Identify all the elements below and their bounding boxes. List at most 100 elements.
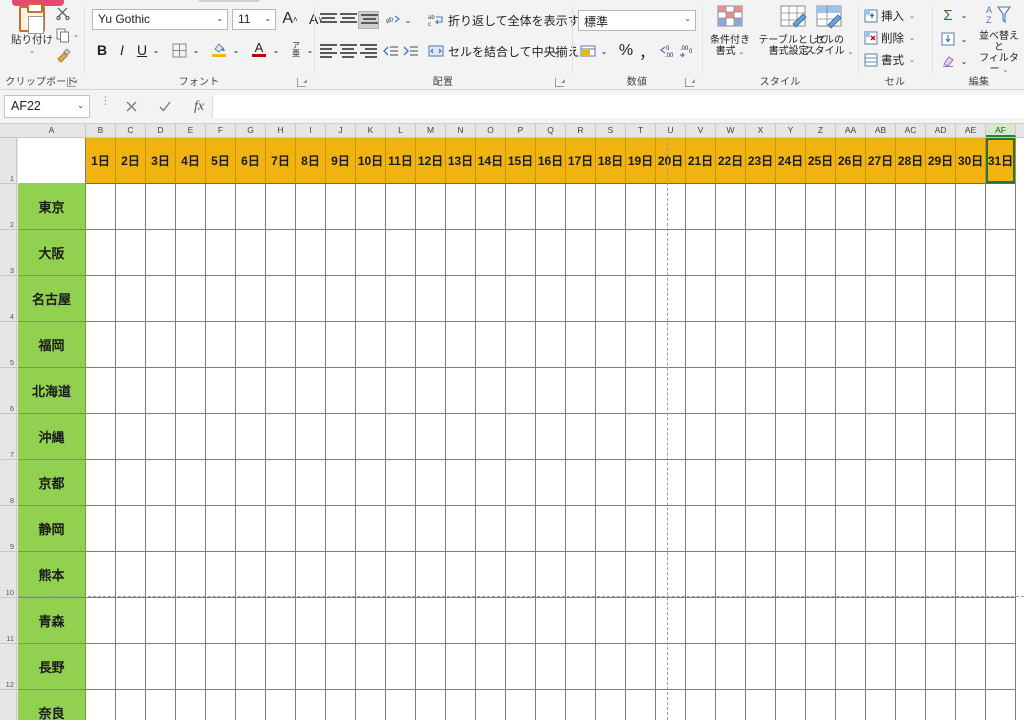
data-cell[interactable] (146, 276, 176, 322)
data-cell[interactable] (686, 460, 716, 506)
data-cell[interactable] (926, 690, 956, 720)
data-cell[interactable] (296, 460, 326, 506)
data-cell[interactable] (596, 230, 626, 276)
chevron-down-icon[interactable]: ⌄ (264, 14, 271, 23)
chevron-down-icon[interactable]: ⌄ (6, 47, 58, 55)
data-cell[interactable] (476, 276, 506, 322)
data-cell[interactable] (176, 460, 206, 506)
data-cell[interactable] (656, 230, 686, 276)
date-header-cell[interactable]: 22日 (716, 138, 746, 184)
data-cell[interactable] (536, 690, 566, 720)
data-cell[interactable] (386, 414, 416, 460)
data-cell[interactable] (926, 368, 956, 414)
column-header-AE[interactable]: AE (956, 124, 986, 137)
data-cell[interactable] (986, 644, 1016, 690)
data-cell[interactable] (176, 230, 206, 276)
data-cell[interactable] (626, 506, 656, 552)
data-cell[interactable] (416, 460, 446, 506)
data-cell[interactable] (956, 276, 986, 322)
data-cell[interactable] (896, 414, 926, 460)
data-cell[interactable] (656, 184, 686, 230)
data-cell[interactable] (116, 368, 146, 414)
data-cell[interactable] (506, 506, 536, 552)
column-header-AC[interactable]: AC (896, 124, 926, 137)
date-header-cell[interactable]: 18日 (596, 138, 626, 184)
cell-empty[interactable] (1016, 322, 1024, 368)
data-cell[interactable] (716, 230, 746, 276)
italic-button[interactable]: I (112, 40, 132, 60)
data-cell[interactable] (446, 506, 476, 552)
data-cell[interactable] (596, 276, 626, 322)
data-cell[interactable] (746, 460, 776, 506)
data-cell[interactable] (326, 230, 356, 276)
data-cell[interactable] (86, 230, 116, 276)
data-cell[interactable] (386, 368, 416, 414)
cell-empty[interactable] (1016, 506, 1024, 552)
date-header-cell[interactable]: 29日 (926, 138, 956, 184)
data-cell[interactable] (566, 598, 596, 644)
chevron-down-icon[interactable]: ⌄ (216, 14, 223, 23)
data-cell[interactable] (236, 598, 266, 644)
data-cell[interactable] (266, 322, 296, 368)
data-cell[interactable] (356, 322, 386, 368)
data-cell[interactable] (206, 368, 236, 414)
data-cell[interactable] (626, 184, 656, 230)
data-cell[interactable] (956, 644, 986, 690)
data-cell[interactable] (476, 414, 506, 460)
data-cell[interactable] (836, 230, 866, 276)
data-cell[interactable] (716, 276, 746, 322)
column-header-T[interactable]: T (626, 124, 656, 137)
city-label-cell[interactable]: 長野 (18, 644, 86, 690)
format-painter-button[interactable] (56, 46, 76, 64)
font-color-button[interactable]: A (248, 38, 270, 60)
date-header-cell[interactable]: 24日 (776, 138, 806, 184)
data-cell[interactable] (356, 506, 386, 552)
data-cell[interactable] (596, 414, 626, 460)
data-cell[interactable] (266, 506, 296, 552)
data-cell[interactable] (356, 552, 386, 598)
data-cell[interactable] (356, 414, 386, 460)
decrease-indent-button[interactable] (382, 43, 400, 59)
data-cell[interactable] (266, 460, 296, 506)
city-label-cell[interactable]: 福岡 (18, 322, 86, 368)
data-cell[interactable] (446, 368, 476, 414)
data-cell[interactable] (416, 506, 446, 552)
cell-empty[interactable] (1016, 690, 1024, 720)
row-header-12[interactable]: 12 (0, 644, 17, 690)
font-color-dropdown[interactable]: ⌄ (270, 42, 282, 58)
data-cell[interactable] (926, 230, 956, 276)
data-cell[interactable] (956, 552, 986, 598)
data-cell[interactable] (236, 184, 266, 230)
city-label-cell[interactable]: 青森 (18, 598, 86, 644)
align-bottom-button[interactable] (358, 11, 379, 29)
column-header-AA[interactable]: AA (836, 124, 866, 137)
insert-function-button[interactable]: fx (186, 96, 212, 117)
data-cell[interactable] (116, 552, 146, 598)
chevron-down-icon[interactable]: ⌄ (909, 34, 915, 42)
data-cell[interactable] (416, 184, 446, 230)
data-cell[interactable] (716, 644, 746, 690)
data-cell[interactable] (806, 184, 836, 230)
data-cell[interactable] (506, 644, 536, 690)
data-cell[interactable] (86, 690, 116, 720)
data-cell[interactable] (596, 644, 626, 690)
data-cell[interactable] (86, 368, 116, 414)
data-cell[interactable] (236, 230, 266, 276)
data-cell[interactable] (926, 506, 956, 552)
date-header-cell[interactable]: 26日 (836, 138, 866, 184)
row-header-9[interactable]: 9 (0, 506, 17, 552)
cell-empty[interactable] (1016, 598, 1024, 644)
data-cell[interactable] (506, 552, 536, 598)
data-cell[interactable] (206, 414, 236, 460)
cut-button[interactable] (56, 4, 74, 22)
data-cell[interactable] (116, 690, 146, 720)
fill-color-dropdown[interactable]: ⌄ (230, 42, 242, 58)
data-cell[interactable] (866, 414, 896, 460)
data-cell[interactable] (86, 598, 116, 644)
data-cell[interactable] (986, 598, 1016, 644)
data-cell[interactable] (836, 506, 866, 552)
cell-empty[interactable] (1016, 460, 1024, 506)
data-cell[interactable] (926, 598, 956, 644)
data-cell[interactable] (116, 230, 146, 276)
data-cell[interactable] (986, 552, 1016, 598)
